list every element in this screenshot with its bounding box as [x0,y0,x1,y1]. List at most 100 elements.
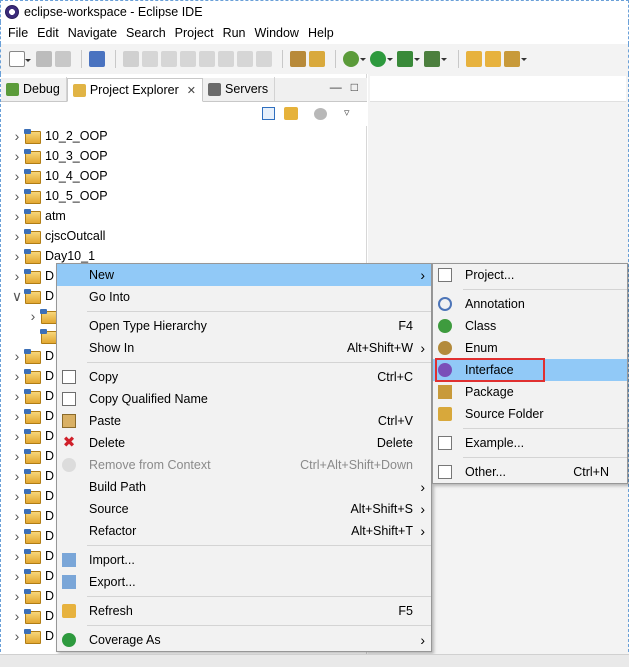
collapsed-arrow-icon[interactable]: › [10,388,24,404]
menu-item-refactor[interactable]: Refactor Alt+Shift+T › [57,520,431,542]
step-into-icon[interactable] [218,51,234,67]
coverage-run-icon[interactable] [397,51,420,67]
menu-item-example[interactable]: Example... [433,432,627,454]
menu-item-copy[interactable]: Copy Ctrl+C [57,366,431,388]
new-wizard-icon[interactable] [9,51,31,67]
menu-item-package[interactable]: Package [433,381,627,403]
view-menu-icon[interactable]: ▿ [344,106,350,119]
menu-item-source[interactable]: Source Alt+Shift+S › [57,498,431,520]
menu-item-other[interactable]: Other... Ctrl+N [433,461,627,483]
tree-item[interactable]: › cjscOutcall [1,226,367,246]
collapsed-arrow-icon[interactable]: › [10,548,24,564]
menu-item-export[interactable]: Export... [57,571,431,593]
tab-project-explorer[interactable]: Project Explorer ✕ [66,78,203,102]
menu-item-project[interactable]: Project... [433,264,627,286]
collapsed-arrow-icon[interactable]: › [10,428,24,444]
collapsed-arrow-icon[interactable]: › [10,268,24,284]
suspend-icon[interactable] [161,51,177,67]
submenu-arrow-icon: › [420,479,425,495]
menu-item-show-in[interactable]: Show In Alt+Shift+W › [57,337,431,359]
disconnect-icon[interactable] [199,51,215,67]
link-with-editor-icon[interactable] [284,107,298,120]
save-all-icon[interactable] [55,51,71,67]
menu-run[interactable]: Run [220,26,252,40]
menu-project[interactable]: Project [172,26,220,40]
menu-search[interactable]: Search [123,26,172,40]
step-return-icon[interactable] [256,51,272,67]
collapsed-arrow-icon[interactable]: › [10,408,24,424]
menu-item-coverage-as[interactable]: Coverage As › [57,629,431,651]
menu-item-build-path[interactable]: Build Path › [57,476,431,498]
menu-item-new[interactable]: New › [57,264,431,286]
minimize-icon[interactable]: — [330,80,342,94]
menu-navigate[interactable]: Navigate [65,26,123,40]
skip-breakpoints-icon[interactable] [123,51,139,67]
menu-file[interactable]: File [5,26,34,40]
tab-debug[interactable]: Debug [1,77,67,101]
horizontal-scrollbar[interactable] [0,654,629,667]
tree-item[interactable]: › 10_4_OOP [1,166,367,186]
collapsed-arrow-icon[interactable]: › [10,448,24,464]
menu-edit[interactable]: Edit [34,26,65,40]
menu-item-source-folder[interactable]: Source Folder [433,403,627,425]
collapsed-arrow-icon[interactable]: › [10,508,24,524]
step-over-icon[interactable] [237,51,253,67]
focus-task-icon[interactable] [314,108,327,120]
collapsed-arrow-icon[interactable]: › [10,468,24,484]
open-type-icon[interactable] [504,51,527,67]
menu-item-paste[interactable]: Paste Ctrl+V [57,410,431,432]
run-icon[interactable] [370,51,393,67]
menu-item-shortcut: F5 [398,604,413,618]
collapsed-arrow-icon[interactable]: › [10,368,24,384]
collapsed-arrow-icon[interactable]: › [10,208,24,224]
menu-item-label: Copy Qualified Name [89,392,208,406]
tree-item[interactable]: › atm [1,206,367,226]
menu-item-delete[interactable]: ✖ Delete Delete [57,432,431,454]
maximize-icon[interactable]: □ [351,80,358,94]
use-step-filters-icon[interactable] [290,51,306,67]
resume-icon[interactable] [142,51,158,67]
menu-item-class[interactable]: Class [433,315,627,337]
menu-item-import[interactable]: Import... [57,549,431,571]
collapsed-arrow-icon[interactable]: › [10,568,24,584]
save-icon[interactable] [36,51,52,67]
new-package-icon[interactable] [485,51,501,67]
menu-item-interface[interactable]: Interface [433,358,627,382]
expanded-arrow-icon[interactable]: ∨ [10,288,24,305]
menu-item-copy-qualified-name[interactable]: Copy Qualified Name [57,388,431,410]
collapsed-arrow-icon[interactable]: › [10,628,24,644]
menu-item-annotation[interactable]: Annotation [433,293,627,315]
collapse-all-icon[interactable] [262,107,275,120]
collapsed-arrow-icon[interactable]: › [10,348,24,364]
collapsed-arrow-icon[interactable]: › [10,608,24,624]
new-java-project-icon[interactable] [466,51,482,67]
collapsed-arrow-icon[interactable]: › [10,188,24,204]
tree-item-label: D [45,469,55,483]
collapsed-arrow-icon[interactable]: › [26,308,40,324]
menu-item-shortcut: F4 [398,319,413,333]
collapsed-arrow-icon[interactable]: › [10,248,24,264]
tab-servers[interactable]: Servers [203,77,276,101]
menu-help[interactable]: Help [305,26,340,40]
tree-item[interactable]: › 10_5_OOP [1,186,367,206]
collapsed-arrow-icon[interactable]: › [10,168,24,184]
menu-item-go-into[interactable]: Go Into [57,286,431,308]
menu-item-enum[interactable]: Enum [433,337,627,359]
drop-to-frame-icon[interactable] [309,51,325,67]
collapsed-arrow-icon[interactable]: › [10,148,24,164]
collapsed-arrow-icon[interactable]: › [10,128,24,144]
debug-icon[interactable] [343,51,366,67]
close-icon[interactable]: ✕ [187,84,196,97]
tree-item[interactable]: › 10_2_OOP [1,126,367,146]
tree-item[interactable]: › 10_3_OOP [1,146,367,166]
external-tools-icon[interactable] [424,51,447,67]
menu-item-open-type-hierarchy[interactable]: Open Type Hierarchy F4 [57,315,431,337]
terminal-icon[interactable] [89,51,105,67]
collapsed-arrow-icon[interactable]: › [10,488,24,504]
terminate-icon[interactable] [180,51,196,67]
menu-window[interactable]: Window [252,26,305,40]
menu-item-refresh[interactable]: Refresh F5 [57,600,431,622]
collapsed-arrow-icon[interactable]: › [10,588,24,604]
collapsed-arrow-icon[interactable]: › [10,228,24,244]
collapsed-arrow-icon[interactable]: › [10,528,24,544]
